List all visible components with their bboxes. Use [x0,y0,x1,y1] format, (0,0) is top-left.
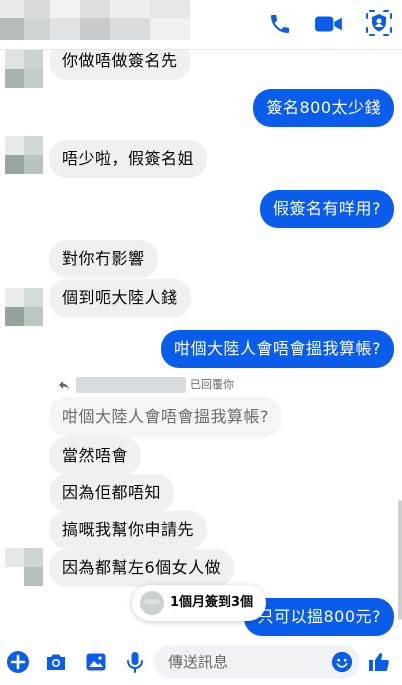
message-bubble-outgoing[interactable]: 假簽名有咩用? [260,190,394,228]
reply-label-text: 已回覆你 [190,378,234,391]
chip-text: 1個月簽到3個 [170,595,254,610]
gallery-icon[interactable] [84,650,108,674]
message-bubble-incoming[interactable]: 搞嘅我幫你申請先 [49,511,208,549]
message-input[interactable]: 傳送訊息 [154,645,360,679]
thumbs-up-icon[interactable] [367,650,391,674]
message-bubble-incoming[interactable]: 個到呃大陸人錢 [49,279,191,317]
chip-thumbnail-icon: 0000 [140,591,164,615]
contact-avatar[interactable] [5,288,43,326]
contact-avatar[interactable] [5,136,43,174]
microphone-icon[interactable] [123,650,147,674]
message-input-placeholder: 傳送訊息 [168,653,229,671]
plus-icon[interactable] [6,650,30,674]
message-bubble-incoming[interactable]: 因為都幫左6個女人做 [49,549,235,587]
reply-arrow-icon [59,381,69,390]
quoted-message[interactable]: 咁個大陸人會唔會搵我算帳? [49,397,282,437]
contact-name-pixelated[interactable] [0,0,190,44]
floating-notification-chip[interactable]: 0000 1個月簽到3個 [132,585,266,621]
chat-header [0,0,402,50]
contact-avatar[interactable] [5,50,43,88]
message-bubble-incoming[interactable]: 唔少啦，假簽名姐 [49,140,208,178]
scrollbar[interactable] [398,500,402,620]
shield-icon[interactable] [364,8,394,38]
replier-name-blurred [76,377,186,393]
message-bubble-incoming[interactable]: 當然唔會 [49,437,142,475]
message-bubble-outgoing[interactable]: 咁個大陸人會唔會搵我算帳? [161,330,394,368]
emoji-icon[interactable] [331,651,353,673]
composer-bar: 傳送訊息 [0,640,402,685]
contact-avatar[interactable] [5,548,43,586]
message-bubble-outgoing[interactable]: 簽名800太少錢 [253,89,394,127]
message-bubble-outgoing[interactable]: 只可以搵800元? [244,598,394,636]
video-camera-icon[interactable] [314,12,344,36]
camera-icon[interactable] [44,650,68,674]
message-bubble-incoming[interactable]: 對你冇影響 [49,240,158,278]
message-bubble-incoming[interactable]: 因為佢都唔知 [49,474,175,512]
phone-icon[interactable] [266,12,294,36]
